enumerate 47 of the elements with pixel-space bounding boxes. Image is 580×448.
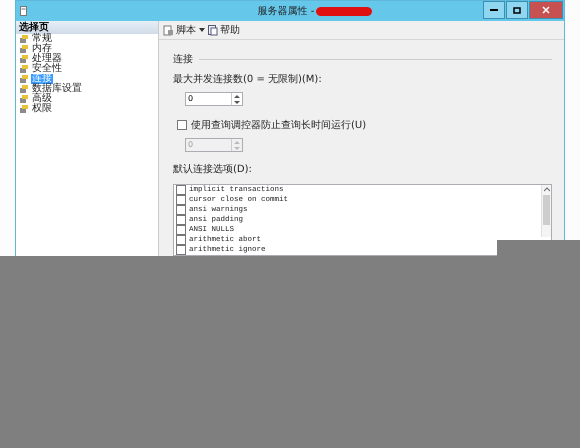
- field-label: 最大并发连接数(0 = 无限制)(M):: [173, 72, 323, 86]
- scrollbar[interactable]: [541, 185, 551, 237]
- checkbox[interactable]: [176, 235, 186, 245]
- tool-icon: [19, 74, 29, 84]
- sidebar-item[interactable]: 内存: [31, 44, 53, 54]
- maximize-icon: [513, 6, 521, 14]
- script-icon: [163, 24, 174, 36]
- tool-icon: [19, 44, 29, 54]
- tool-icon: [19, 104, 29, 114]
- checkbox[interactable]: [176, 185, 186, 195]
- section-title: 连接: [173, 52, 193, 66]
- tool-icon: [19, 84, 29, 94]
- checkbox[interactable]: [176, 205, 186, 215]
- scroll-up-icon[interactable]: [544, 185, 550, 193]
- document-icon: [20, 6, 27, 16]
- close-icon: [542, 6, 550, 14]
- number-field[interactable]: 0: [185, 92, 243, 106]
- sidebar-item[interactable]: 安全性: [31, 64, 63, 74]
- scroll-thumb[interactable]: [543, 195, 550, 225]
- sidebar-item[interactable]: 常规: [31, 34, 53, 44]
- minimize-icon: [490, 8, 498, 12]
- tool-icon: [19, 54, 29, 64]
- checkbox[interactable]: [176, 225, 186, 235]
- checkbox[interactable]: [176, 195, 186, 205]
- script-button[interactable]: 脚本: [163, 23, 196, 37]
- sidebar-item[interactable]: 高级: [31, 94, 53, 104]
- help-button[interactable]: 帮助: [208, 23, 240, 37]
- maximize-button[interactable]: [506, 1, 528, 19]
- spin-arrows-icon: [234, 140, 240, 150]
- checkbox[interactable]: [176, 245, 186, 255]
- minimize-button[interactable]: [483, 1, 505, 19]
- tool-icon: [19, 34, 29, 44]
- sidebar-item[interactable]: 数据库设置: [31, 84, 83, 94]
- window-title: 服务器属性 -: [258, 4, 314, 18]
- sidebar-item[interactable]: 处理器: [31, 54, 63, 64]
- tool-icon: [19, 94, 29, 104]
- caret-icon[interactable]: [199, 28, 205, 32]
- help-icon: [208, 24, 218, 36]
- checkbox-label: 使用查询调控器防止查询长时间运行(U): [191, 118, 366, 132]
- checkbox[interactable]: [176, 215, 186, 225]
- sidebar-item[interactable]: 权限: [31, 104, 53, 114]
- close-button[interactable]: [529, 1, 563, 19]
- tool-icon: [19, 64, 29, 74]
- spin-arrows-icon: [234, 94, 240, 104]
- redaction-mark: [316, 6, 372, 16]
- field-label: 默认连接选项(D):: [173, 162, 253, 176]
- panel-header: 选择页: [16, 21, 158, 34]
